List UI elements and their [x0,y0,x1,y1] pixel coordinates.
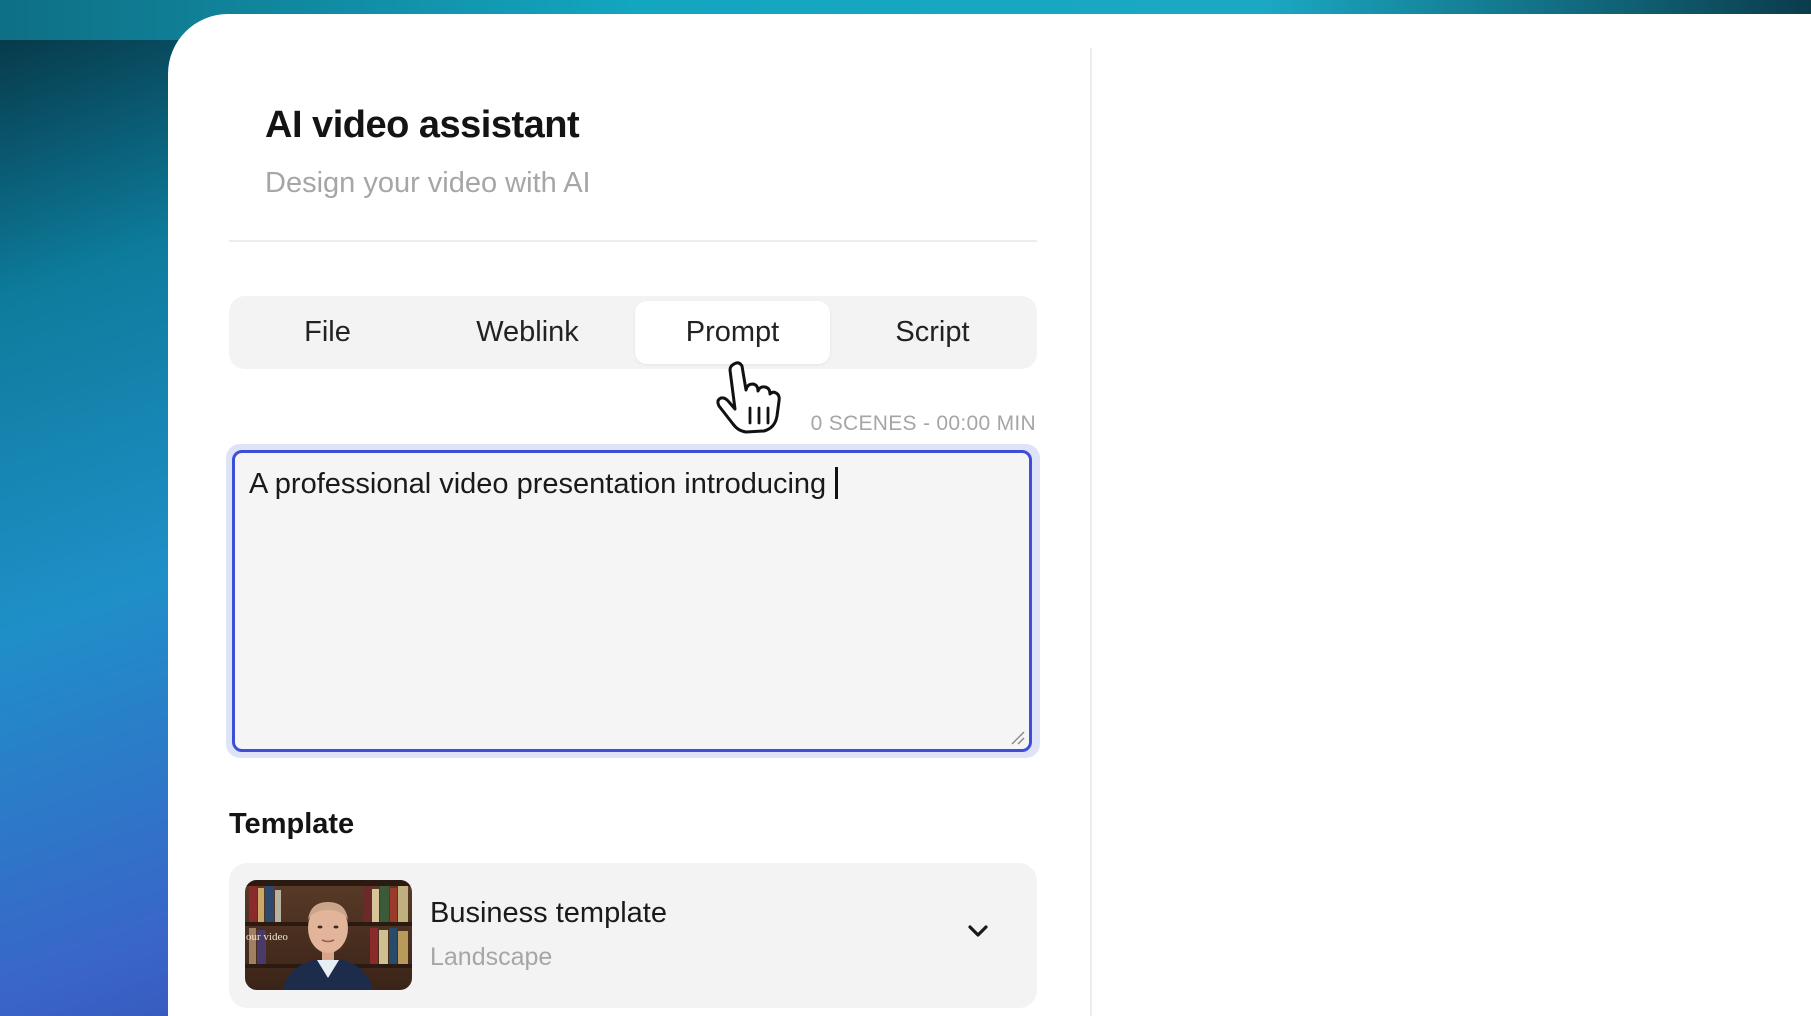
panel-divider [1090,48,1092,1016]
template-name: Business template [430,897,667,929]
prompt-input[interactable]: A professional video presentation introd… [232,450,1032,752]
template-thumbnail: our video [245,880,412,990]
page-title: AI video assistant [265,104,580,146]
page-subtitle: Design your video with AI [265,167,591,199]
prompt-input-focus-ring: A professional video presentation introd… [226,444,1040,758]
resize-grip-icon[interactable] [1009,729,1025,745]
tab-script[interactable]: Script [835,301,1030,364]
tab-prompt[interactable]: Prompt [635,301,830,364]
source-tabs: File Weblink Prompt Script [229,296,1037,369]
scene-duration-counter: 0 SCENES - 00:00 MIN [810,412,1036,435]
chevron-down-icon[interactable] [965,918,991,944]
thumbnail-overlay-text: our video [246,931,288,943]
template-orientation: Landscape [430,943,553,971]
prompt-input-value: A professional video presentation introd… [249,467,839,501]
tab-weblink[interactable]: Weblink [430,301,625,364]
template-section-label: Template [229,808,355,840]
header-divider [229,240,1037,242]
template-selector[interactable]: our video Business template Landscape [229,863,1037,1008]
text-caret [835,467,839,499]
tab-file[interactable]: File [230,301,425,364]
